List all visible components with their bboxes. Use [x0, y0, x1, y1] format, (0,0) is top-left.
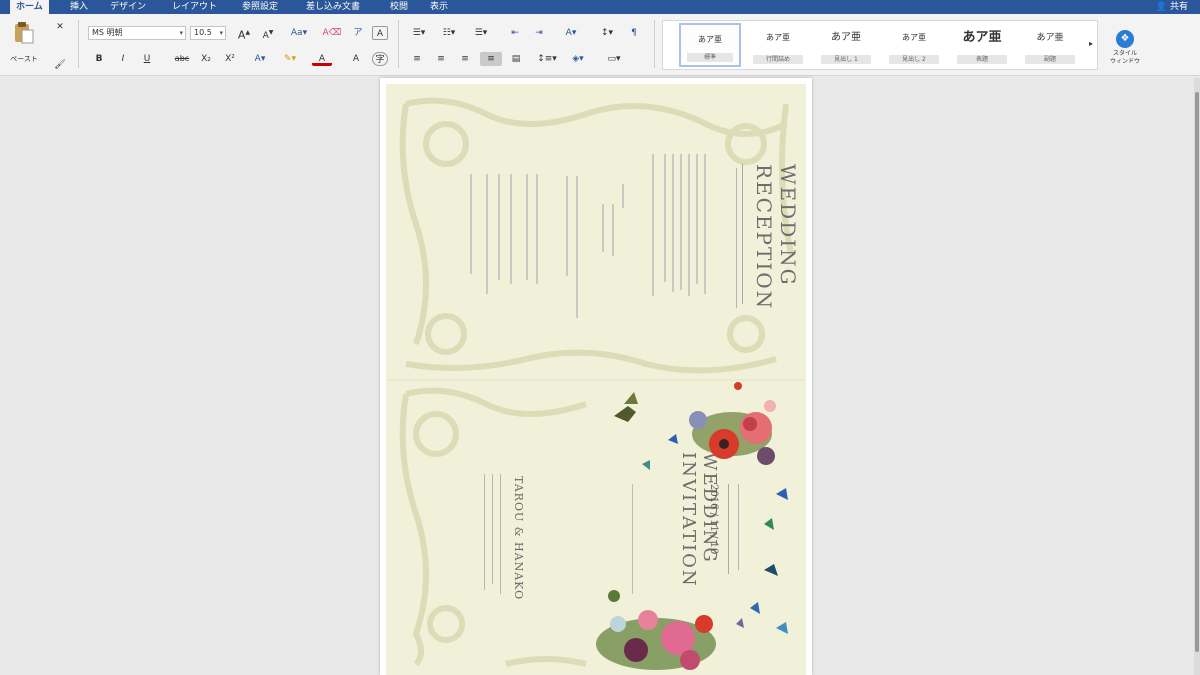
share-label: 共有	[1169, 2, 1188, 12]
tab-mailings[interactable]: 差し込み文書	[300, 0, 366, 14]
asian-layout-icon[interactable]: A▾	[560, 26, 582, 40]
style-normal[interactable]: あア亜 標準	[679, 23, 741, 67]
font-color-icon[interactable]: A	[312, 52, 332, 66]
style-label: 見出し 2	[889, 55, 939, 64]
styles-pane-icon[interactable]: ❖	[1116, 30, 1134, 48]
change-case-icon[interactable]: Aa▾	[288, 26, 310, 40]
align-right-icon[interactable]: ≡	[456, 52, 474, 66]
style-label: 副題	[1025, 55, 1075, 64]
divider	[654, 20, 655, 68]
divider	[398, 20, 399, 68]
chevron-down-icon: ▾	[179, 29, 183, 37]
superscript-button[interactable]: X²	[222, 52, 238, 66]
scrollbar-thumb[interactable]	[1195, 92, 1199, 652]
increase-indent-icon[interactable]: ⇥	[530, 26, 548, 40]
shrink-font-button[interactable]: A▼	[258, 26, 278, 41]
sort-icon[interactable]: ↕▾	[596, 26, 618, 40]
gallery-more-icon[interactable]: ▸	[1085, 37, 1097, 51]
numbering-icon[interactable]: ☷▾	[438, 26, 460, 40]
text-effects-icon[interactable]: A▾	[250, 52, 270, 66]
character-shading-icon[interactable]: A	[348, 52, 364, 66]
tab-home[interactable]: ホーム	[10, 0, 49, 14]
align-center-icon[interactable]: ≡	[432, 52, 450, 66]
tab-insert[interactable]: 挿入	[64, 0, 94, 14]
styles-gallery: あア亜 標準 あア亜 行間詰め あア亜 見出し 1 あア亜 見出し 2 あア亜 …	[662, 20, 1098, 70]
bullets-icon[interactable]: ☰▾	[408, 26, 430, 40]
style-heading-1[interactable]: あア亜 見出し 1	[815, 23, 877, 67]
tab-references[interactable]: 参照設定	[236, 0, 284, 14]
justify-icon[interactable]: ≡	[480, 52, 502, 66]
invitation-card: WEDDING RECEPTION WEDDING INVITATION 201…	[386, 84, 806, 675]
share-button[interactable]: 👤 共有	[1156, 0, 1188, 14]
paste-label: ペースト	[10, 55, 38, 63]
tab-design[interactable]: デザイン	[104, 0, 152, 14]
show-marks-icon[interactable]: ¶	[626, 26, 642, 40]
character-border-icon[interactable]: A	[372, 26, 388, 40]
style-subtitle[interactable]: あア亜 副題	[1019, 23, 1081, 67]
cut-icon[interactable]: ✕	[54, 20, 66, 34]
ribbon: ペースト ✕ 🖌 MS 明朝 ▾ 10.5 ▾ A▲ A▼ Aa▾ A⌫ ア A…	[0, 14, 1200, 76]
style-title[interactable]: あア亜 表題	[951, 23, 1013, 67]
ribbon-tab-bar: ホーム 挿入 デザイン レイアウト 参照設定 差し込み文書 校閲 表示 👤 共有	[0, 0, 1200, 14]
style-sample: あア亜	[902, 33, 926, 42]
grow-font-button[interactable]: A▲	[234, 26, 254, 42]
divider	[78, 20, 79, 68]
style-label: 行間詰め	[753, 55, 803, 64]
style-label: 標準	[687, 53, 733, 62]
vertical-scrollbar[interactable]	[1194, 78, 1200, 675]
style-label: 見出し 1	[821, 55, 871, 64]
paste-button[interactable]	[10, 20, 36, 46]
botanical-illustration-icon	[596, 382, 788, 670]
style-no-spacing[interactable]: あア亜 行間詰め	[747, 23, 809, 67]
underline-button[interactable]: U	[140, 52, 154, 66]
style-sample: あア亜	[766, 33, 790, 42]
style-heading-2[interactable]: あア亜 見出し 2	[883, 23, 945, 67]
clipboard-icon	[15, 22, 34, 44]
styles-pane-label: スタイル ウィンドウ	[1109, 50, 1140, 65]
document-page[interactable]: WEDDING RECEPTION WEDDING INVITATION 201…	[380, 78, 812, 675]
font-size-value: 10.5	[194, 28, 212, 37]
style-label: 表題	[957, 55, 1007, 64]
subscript-button[interactable]: X₂	[198, 52, 214, 66]
tab-layout[interactable]: レイアウト	[166, 0, 223, 14]
style-sample: あア亜	[1036, 33, 1064, 43]
enclose-character-icon[interactable]: 字	[372, 52, 388, 66]
font-name-value: MS 明朝	[92, 28, 123, 37]
line-spacing-icon[interactable]: ↕≡▾	[534, 52, 560, 66]
chevron-down-icon: ▾	[219, 29, 223, 37]
tab-view[interactable]: 表示	[424, 0, 454, 14]
bold-button[interactable]: B	[92, 52, 106, 66]
strikethrough-button[interactable]: abc	[172, 52, 192, 66]
style-sample: あア亜	[831, 32, 861, 43]
shading-icon[interactable]: ◈▾	[566, 52, 590, 66]
person-icon: 👤	[1155, 2, 1168, 12]
font-name-select[interactable]: MS 明朝 ▾	[88, 26, 186, 40]
decrease-indent-icon[interactable]: ⇤	[506, 26, 524, 40]
tab-review[interactable]: 校閲	[384, 0, 414, 14]
distributed-icon[interactable]: ▤	[506, 52, 526, 66]
borders-icon[interactable]: ▭▾	[598, 52, 630, 66]
font-size-select[interactable]: 10.5 ▾	[190, 26, 226, 40]
style-sample: あア亜	[698, 35, 722, 44]
clear-format-icon[interactable]: A⌫	[322, 26, 342, 40]
highlighter-icon[interactable]: ✎▾	[280, 52, 300, 66]
format-painter-icon[interactable]: 🖌	[54, 58, 66, 72]
style-sample: あア亜	[962, 30, 1002, 45]
multilevel-list-icon[interactable]: ☰▾	[470, 26, 492, 40]
italic-button[interactable]: I	[116, 52, 130, 66]
phonetic-guide-icon[interactable]: ア	[348, 26, 368, 40]
align-left-icon[interactable]: ≡	[408, 52, 426, 66]
